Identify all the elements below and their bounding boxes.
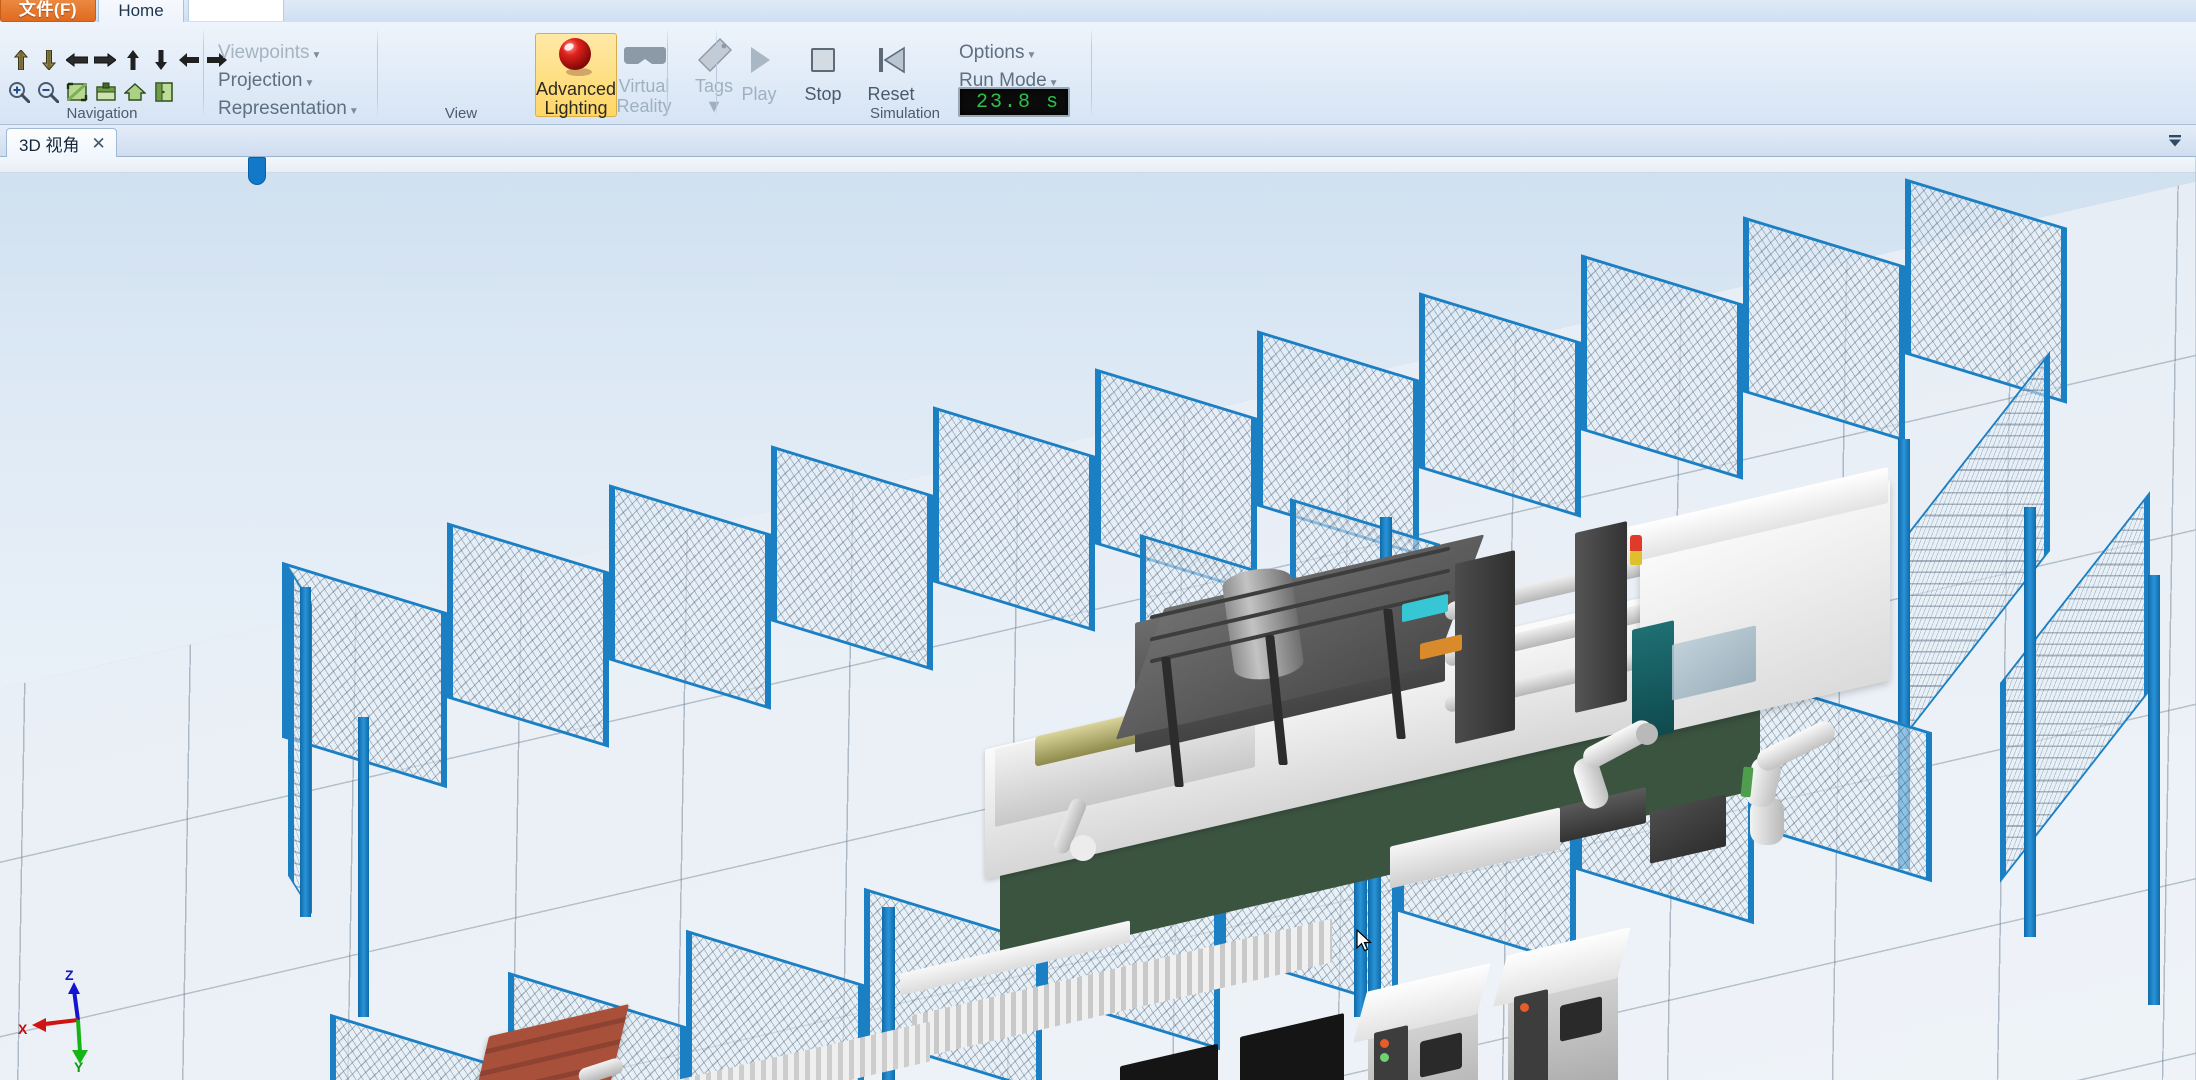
application-window: 文件(F) Home Navigation Viewpoints ▼ Proje… <box>0 0 2196 1080</box>
zoom-out-icon[interactable] <box>35 79 61 105</box>
close-icon[interactable]: ✕ <box>91 135 105 152</box>
ribbon-group-label-simulation: Simulation <box>869 105 941 122</box>
svg-text:X: X <box>18 1021 28 1037</box>
menu-projection[interactable]: Projection ▼ <box>215 67 365 95</box>
chevron-down-icon: ▼ <box>304 78 315 89</box>
chevron-down-icon: ▼ <box>1026 50 1037 61</box>
ribbon-group-navigation: Navigation <box>0 21 227 125</box>
zoom-window-icon[interactable] <box>93 79 119 105</box>
stop-button[interactable]: Stop <box>790 37 856 111</box>
move-up-icon[interactable] <box>120 47 146 73</box>
stop-icon <box>806 38 840 82</box>
zoom-in-icon[interactable] <box>6 79 32 105</box>
navigation-arrow-row <box>8 47 230 73</box>
menu-viewpoints-label: Viewpoints <box>218 42 310 63</box>
ribbon-group-label-navigation: Navigation <box>66 105 138 122</box>
navigation-zoom-row <box>6 79 177 105</box>
viewport-top-band <box>0 157 2196 173</box>
zoom-fit-icon[interactable] <box>64 79 90 105</box>
ribbon: Navigation Viewpoints ▼ Projection ▼ Repre… <box>0 21 2196 125</box>
reset-label: Reset <box>867 84 915 104</box>
ribbon-group-view: Viewpoints ▼ Projection ▼ Representation ▼ <box>205 21 733 125</box>
tab-overflow-chevron-down-icon[interactable] <box>2164 131 2186 151</box>
play-label: Play <box>741 84 777 104</box>
pan-up-icon[interactable] <box>8 47 34 73</box>
3d-viewport[interactable]: Z X Y <box>0 157 2196 1080</box>
ribbon-group-label-view: View <box>444 105 478 122</box>
signal-tower-amber <box>1630 551 1642 565</box>
reset-button[interactable]: Reset <box>858 37 924 111</box>
mouse-cursor <box>1356 928 1372 958</box>
play-icon <box>742 38 776 82</box>
reset-icon <box>874 38 908 82</box>
ribbon-tab-home[interactable]: Home <box>98 0 184 22</box>
move-left-icon[interactable] <box>176 47 202 73</box>
chevron-down-icon: ▼ <box>311 50 322 61</box>
ribbon-tab-bar: 文件(F) Home <box>0 0 2196 22</box>
axis-orientation-triad: Z X Y <box>18 967 128 1075</box>
split-view-icon[interactable] <box>151 79 177 105</box>
play-button[interactable]: Play <box>726 37 792 111</box>
document-tab-3d-view[interactable]: 3D 视角 ✕ <box>6 128 117 157</box>
document-tab-strip: 3D 视角 ✕ <box>0 125 2196 157</box>
vr-headset-icon <box>622 34 666 77</box>
menu-projection-label: Projection <box>218 70 303 91</box>
menu-viewpoints[interactable]: Viewpoints ▼ <box>215 39 365 67</box>
pan-down-icon[interactable] <box>36 47 62 73</box>
file-menu-tab[interactable]: 文件(F) <box>0 0 96 22</box>
menu-options-label: Options <box>959 42 1025 63</box>
red-sphere-icon <box>553 34 599 80</box>
move-down-icon[interactable] <box>148 47 174 73</box>
svg-text:Z: Z <box>65 968 74 983</box>
virtual-reality-label-1: Virtual <box>618 76 670 97</box>
ribbon-tab-placeholder[interactable] <box>188 0 284 21</box>
document-tab-label: 3D 视角 <box>19 135 80 155</box>
svg-text:Y: Y <box>74 1059 84 1072</box>
pan-left-icon[interactable] <box>64 47 90 73</box>
home-view-icon[interactable] <box>122 79 148 105</box>
viewport-position-marker[interactable] <box>248 157 266 185</box>
signal-tower-red <box>1630 535 1642 551</box>
ribbon-group-simulation: Play Stop Reset Options ▼ Run Mode ▼ 23.… <box>718 21 1092 125</box>
menu-options[interactable]: Options ▼ <box>956 39 1086 67</box>
stop-label: Stop <box>804 84 842 104</box>
pan-right-icon[interactable] <box>92 47 118 73</box>
